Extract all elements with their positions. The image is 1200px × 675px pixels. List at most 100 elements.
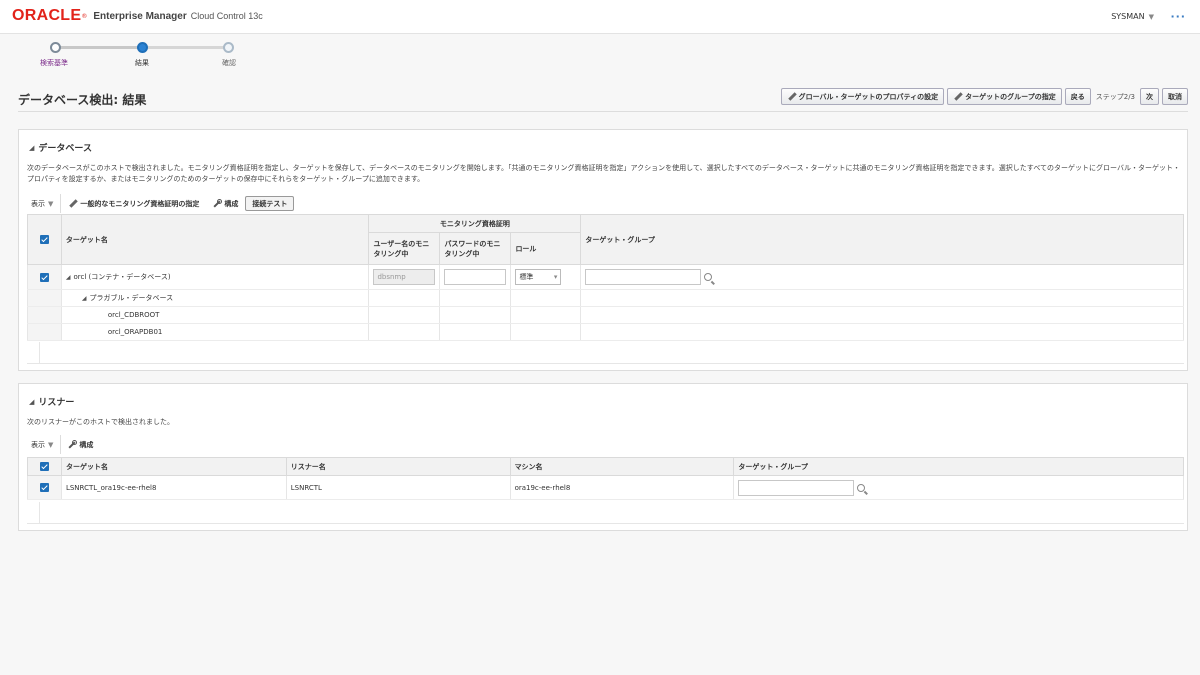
cancel-button[interactable]: 取消 (1162, 88, 1188, 105)
train-connector (148, 46, 228, 49)
product-name: Enterprise Manager (93, 10, 187, 22)
search-icon[interactable] (857, 483, 866, 492)
target-name-cell: LSNRCTL_ora19c-ee-rhel8 (60, 475, 287, 500)
role-header[interactable]: ロール (510, 232, 582, 265)
select-all-header[interactable] (27, 214, 62, 265)
monitoring-password-header[interactable]: パスワードのモニタリング中 (439, 232, 512, 265)
next-button[interactable]: 次 (1140, 88, 1159, 105)
chevron-down-icon: ▼ (48, 440, 54, 449)
target-group-header[interactable]: ターゲット・グループ (580, 214, 1184, 265)
pencil-icon (953, 92, 962, 101)
machine-name-cell: ora19c-ee-rhel8 (509, 475, 735, 500)
common-credentials-button[interactable]: 一般的なモニタリング資格証明の指定 (61, 194, 206, 213)
username-cell (368, 306, 441, 324)
table-row: orcl_ORAPDB01 (27, 323, 1184, 341)
select-all-checkbox[interactable] (39, 235, 49, 244)
chevron-down-icon: ▾ (553, 273, 558, 281)
target-group-input[interactable] (585, 269, 702, 285)
pencil-icon (787, 92, 796, 101)
role-cell (510, 289, 582, 307)
listeners-description: 次のリスナーがこのホストで検出されました。 (27, 418, 174, 426)
target-name-cell: orcl_ORAPDB01 (60, 323, 370, 341)
databases-toolbar: 表示 ▼ 一般的なモニタリング資格証明の指定 構成 接続テスト (27, 194, 295, 213)
row-select-cell[interactable] (27, 264, 62, 290)
collapse-triangle-icon: ◢ (29, 397, 35, 406)
configure-label: 構成 (224, 199, 239, 208)
set-global-properties-label: グローバル・ターゲットのプロパティの設定 (798, 92, 939, 101)
target-name-cell: orcl_CDBROOT (60, 306, 370, 324)
set-global-properties-button[interactable]: グローバル・ターゲットのプロパティの設定 (780, 88, 945, 105)
specify-target-group-label: ターゲットのグループの指定 (965, 92, 1056, 101)
role-selected-value: 標準 (519, 273, 534, 281)
configure-label: 構成 (79, 440, 94, 449)
target-group-cell (733, 475, 1184, 500)
role-cell (510, 323, 582, 341)
wrench-icon (68, 439, 78, 449)
target-group-input[interactable] (738, 479, 855, 496)
user-menu[interactable]: SYSMAN ▼ (1111, 12, 1154, 21)
train-step-review-label: 確認 (222, 59, 236, 67)
table-row[interactable]: ◢ orcl (コンテナ・データベース) dbsnmp 標準 ▾ (27, 264, 1184, 290)
listeners-toolbar: 表示 ▼ 構成 (27, 435, 100, 454)
page-title-bar: データベース検出: 結果 グローバル・ターゲットのプロパティの設定 ターゲットの… (18, 84, 1188, 112)
table-row: ◢ プラガブル・データベース (27, 289, 1184, 307)
listener-name-header[interactable]: リスナー名 (285, 457, 511, 476)
train-connector (55, 46, 143, 49)
target-name-header[interactable]: ターゲット名 (60, 457, 287, 476)
row-select-cell (27, 289, 62, 307)
process-train: 検索基準 結果 確認 (30, 40, 260, 70)
back-button[interactable]: 戻る (1064, 88, 1091, 105)
table-row[interactable]: LSNRCTL_ora19c-ee-rhel8 LSNRCTL ora19c-e… (27, 475, 1184, 500)
configure-button[interactable]: 構成 (61, 435, 100, 454)
databases-description: 次のデータベースがこのホストで検出されました。モニタリング資格証明を指定し、ター… (27, 164, 1180, 183)
listeners-panel-header[interactable]: ◢ リスナー (29, 395, 75, 409)
databases-table: ターゲット名 モニタリング資格証明 ターゲット・グループ ユーザー名のモニタリン… (27, 214, 1184, 341)
brand-name: ORACLE (12, 7, 82, 24)
test-connection-button[interactable]: 接続テスト (245, 196, 295, 211)
pdb-group-name: プラガブル・データベース (89, 294, 174, 302)
table-footer (27, 502, 1184, 524)
chevron-down-icon: ▼ (48, 199, 54, 208)
password-field[interactable] (444, 269, 507, 285)
view-menu[interactable]: 表示 ▼ (27, 194, 62, 213)
username-cell (368, 289, 441, 307)
password-cell (439, 264, 512, 290)
view-menu[interactable]: 表示 ▼ (27, 435, 62, 454)
listeners-panel-title: リスナー (38, 398, 75, 408)
view-menu-label: 表示 (31, 199, 45, 208)
cdb-name: orcl (コンテナ・データベース) (73, 273, 171, 281)
target-group-header[interactable]: ターゲット・グループ (733, 457, 1184, 476)
view-menu-label: 表示 (31, 440, 45, 449)
train-step-search-label[interactable]: 検索基準 (40, 58, 68, 68)
select-all-checkbox[interactable] (39, 462, 49, 471)
step-indicator: ステップ2/3 (1095, 92, 1135, 101)
databases-panel-header[interactable]: ◢ データベース (29, 141, 92, 155)
more-options-icon[interactable]: ··· (1170, 10, 1186, 23)
databases-panel: ◢ データベース 次のデータベースがこのホストで検出されました。モニタリング資格… (18, 129, 1188, 371)
tree-expanded-icon[interactable]: ◢ (82, 295, 87, 302)
role-select[interactable]: 標準 ▾ (515, 269, 562, 285)
configure-button[interactable]: 構成 (206, 194, 245, 213)
username-field[interactable]: dbsnmp (373, 269, 436, 285)
collapse-triangle-icon: ◢ (29, 143, 35, 152)
train-step-results-dot (137, 42, 148, 53)
monitoring-credentials-header: モニタリング資格証明 (368, 214, 582, 233)
oracle-logo[interactable]: ORACLE ® Enterprise Manager Cloud Contro… (12, 7, 263, 24)
search-icon[interactable] (704, 273, 713, 281)
tree-expanded-icon[interactable]: ◢ (66, 274, 71, 281)
select-all-header[interactable] (27, 457, 62, 476)
target-name-header[interactable]: ターゲット名 (60, 214, 370, 265)
row-select-cell[interactable] (27, 475, 62, 500)
row-select-cell (27, 323, 62, 341)
train-step-search-dot[interactable] (50, 42, 61, 53)
specify-target-group-button[interactable]: ターゲットのグループの指定 (947, 88, 1062, 105)
role-cell (510, 306, 582, 324)
machine-name-header[interactable]: マシン名 (509, 457, 735, 476)
row-checkbox[interactable] (39, 483, 49, 492)
monitoring-username-header[interactable]: ユーザー名のモニタリング中 (368, 232, 441, 265)
row-checkbox[interactable] (39, 272, 49, 282)
target-name-cell: ◢ プラガブル・データベース (60, 289, 370, 307)
chevron-down-icon: ▼ (1148, 12, 1154, 21)
wrench-icon (213, 198, 223, 208)
username-cell (368, 323, 441, 341)
